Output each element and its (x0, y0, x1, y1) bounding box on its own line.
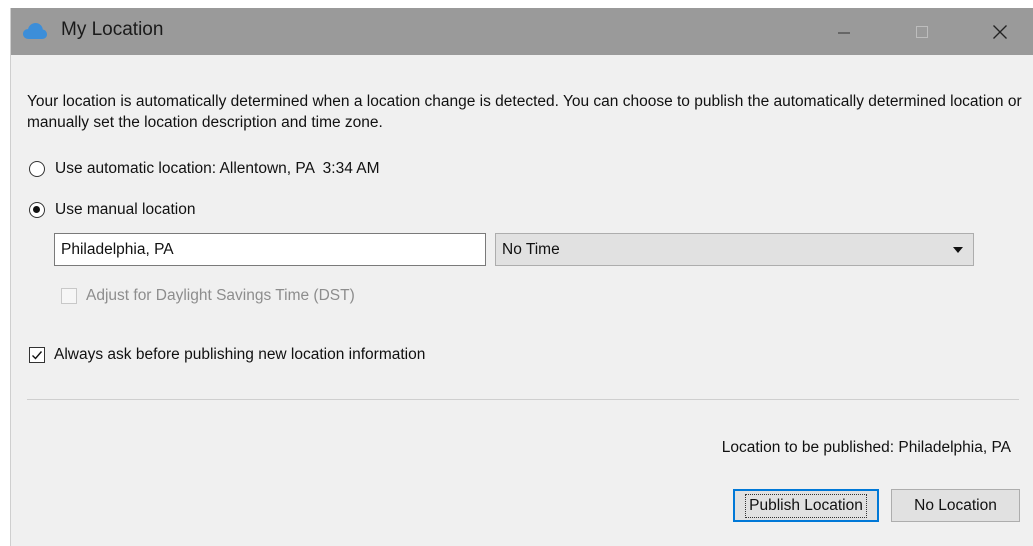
manual-location-radio[interactable] (29, 202, 45, 218)
description-text: Your location is automatically determine… (27, 93, 1022, 131)
maximize-icon (916, 25, 928, 38)
manual-location-input[interactable] (54, 233, 486, 266)
always-ask-label: Always ask before publishing new locatio… (54, 346, 426, 363)
always-ask-option[interactable]: Always ask before publishing new locatio… (29, 346, 425, 364)
manual-location-option[interactable]: Use manual location (29, 201, 195, 219)
no-location-button[interactable]: No Location (891, 489, 1020, 522)
manual-location-label: Use manual location (55, 201, 196, 218)
window-title: My Location (61, 19, 164, 40)
minimize-button[interactable] (817, 8, 871, 55)
close-icon (993, 24, 1007, 39)
dst-option[interactable]: Adjust for Daylight Savings Time (DST) (61, 287, 355, 305)
dst-label: Adjust for Daylight Savings Time (DST) (86, 287, 355, 304)
maximize-button[interactable] (895, 8, 949, 55)
cloud-icon (23, 23, 47, 39)
checkmark-icon (32, 351, 43, 360)
timezone-select[interactable]: No Time (495, 233, 974, 266)
automatic-location-option[interactable]: Use automatic location: Allentown, PA 3:… (29, 160, 380, 178)
dst-checkbox[interactable] (61, 288, 77, 304)
close-button[interactable] (973, 8, 1027, 55)
chevron-down-icon (953, 246, 963, 253)
title-bar[interactable]: My Location (11, 8, 1033, 55)
minimize-icon (838, 32, 850, 33)
automatic-location-label: Use automatic location: Allentown, PA 3:… (55, 160, 380, 177)
always-ask-checkbox[interactable] (29, 347, 45, 363)
publish-status-text: Location to be published: Philadelphia, … (721, 439, 1011, 456)
no-location-label: No Location (914, 496, 997, 514)
timezone-selected-value: No Time (502, 240, 560, 258)
publish-location-button[interactable]: Publish Location (733, 489, 879, 522)
divider (27, 399, 1019, 400)
publish-location-label: Publish Location (745, 493, 867, 518)
my-location-dialog: My Location Your location is automatical… (10, 8, 1033, 546)
automatic-location-radio[interactable] (29, 161, 45, 177)
